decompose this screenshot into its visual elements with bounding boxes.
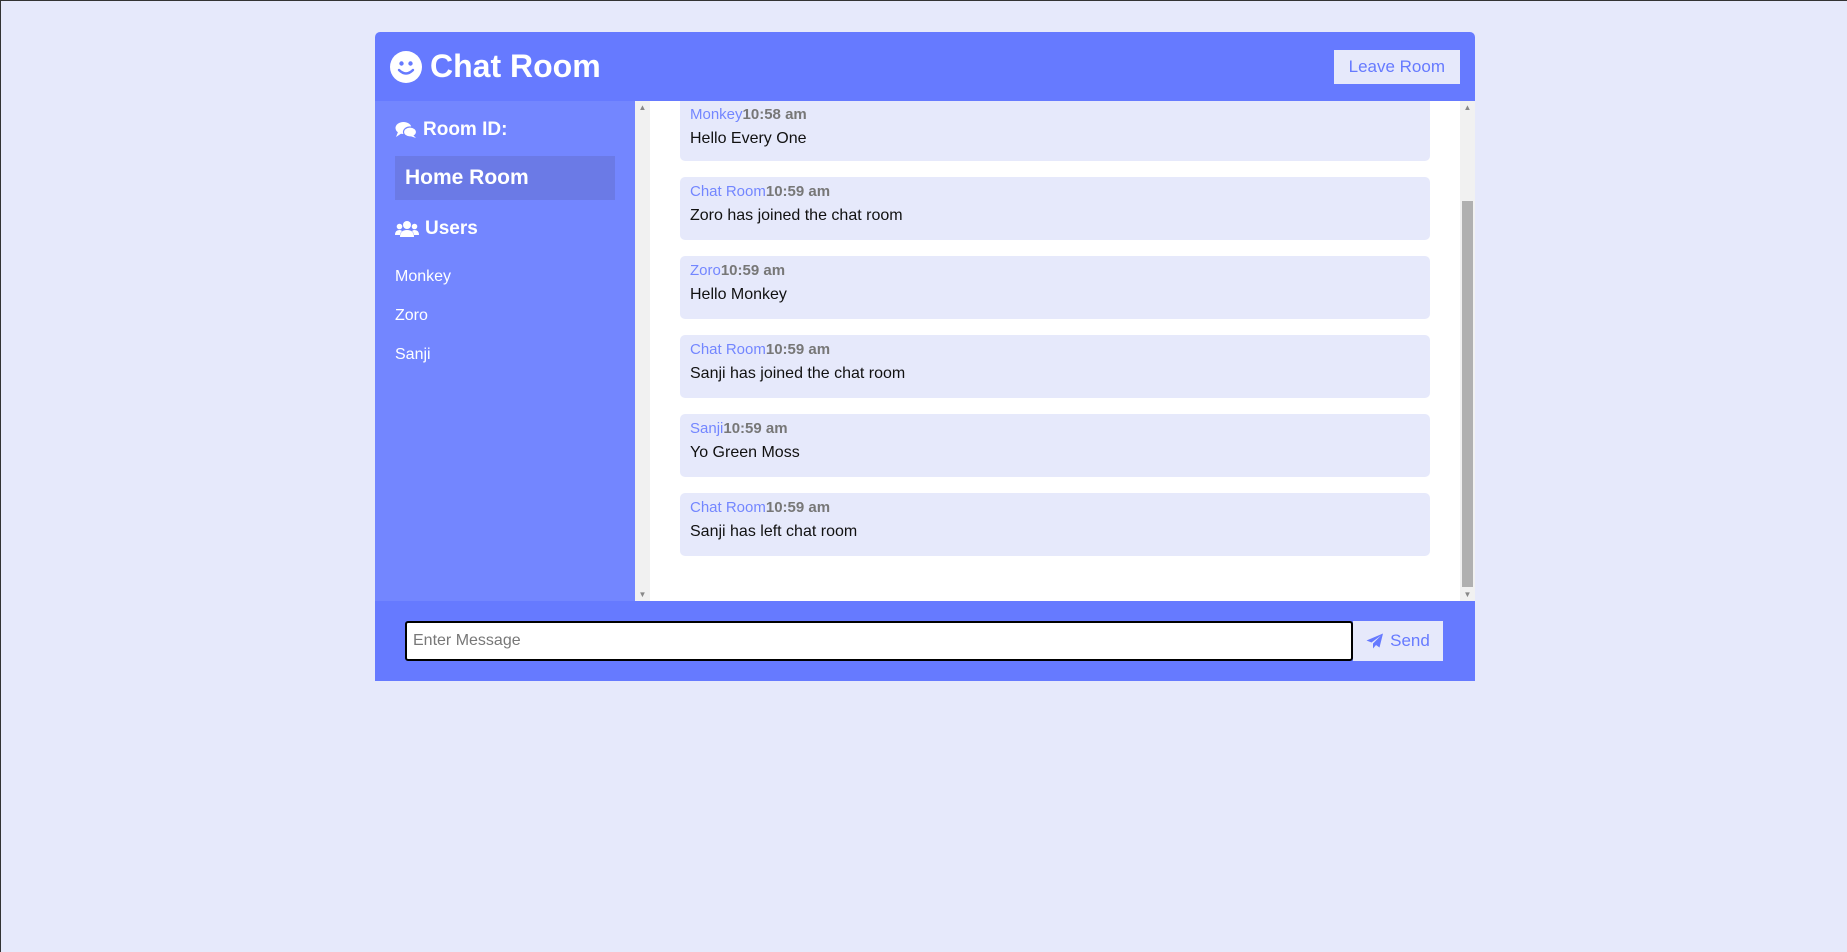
message-meta: Chat Room10:59 am	[690, 183, 1420, 200]
message-text: Sanji has joined the chat room	[690, 365, 906, 382]
smile-icon	[390, 50, 422, 83]
chat-main: Room ID: Home Room Users Monkey Zoro San…	[375, 101, 1475, 601]
room-id-label: Room ID:	[423, 119, 508, 140]
message-time: 10:59 am	[723, 420, 788, 437]
paper-plane-icon	[1366, 633, 1384, 649]
scroll-down-icon[interactable]: ▼	[1460, 590, 1475, 599]
message-user: Chat Room	[690, 183, 766, 200]
chat-container: Chat Room Leave Room Room ID: Home Room	[375, 32, 1475, 681]
messages-list: Monkey10:58 am Hello Every One Chat Room…	[680, 101, 1430, 572]
user-item: Zoro	[395, 307, 428, 324]
message-text: Zoro has joined the chat room	[690, 207, 903, 224]
user-item: Sanji	[395, 346, 431, 363]
message-user: Zoro	[690, 262, 721, 279]
message-time: 10:58 am	[742, 106, 807, 123]
message-time: 10:59 am	[765, 341, 831, 358]
chat-form: Send	[375, 601, 1475, 681]
users-icon	[395, 220, 419, 238]
message: Chat Room10:59 am Sanji has joined the c…	[680, 335, 1430, 398]
users-list: Monkey Zoro Sanji	[395, 258, 615, 375]
sidebar: Room ID: Home Room Users Monkey Zoro San…	[375, 101, 635, 601]
users-heading: Users	[395, 218, 615, 240]
leave-room-button[interactable]: Leave Room	[1333, 49, 1460, 84]
scroll-up-icon[interactable]: ▲	[635, 103, 650, 112]
scrollbar-thumb[interactable]	[1462, 201, 1473, 587]
message-text: Hello Monkey	[690, 286, 787, 303]
room-name: Home Room	[395, 156, 615, 200]
message-meta: Chat Room10:59 am	[690, 499, 1420, 516]
message-input[interactable]	[405, 621, 1353, 661]
message: Sanji10:59 am Yo Green Moss	[680, 414, 1430, 477]
chat-header: Chat Room Leave Room	[375, 32, 1475, 101]
message-text: Yo Green Moss	[690, 444, 800, 461]
message: Chat Room10:59 am Sanji has left chat ro…	[680, 493, 1430, 556]
message-time: 10:59 am	[765, 183, 831, 200]
message-meta: Sanji10:59 am	[690, 420, 1420, 437]
app-title: Chat Room	[430, 48, 601, 84]
scroll-down-icon[interactable]: ▼	[635, 590, 650, 599]
message-meta: Monkey10:58 am	[690, 106, 1420, 123]
message-user: Sanji	[690, 420, 724, 437]
right-scrollbar[interactable]: ▲ ▼	[1460, 101, 1475, 601]
message-meta: Chat Room10:59 am	[690, 341, 1420, 358]
message-time: 10:59 am	[765, 499, 831, 516]
message-text: Hello Every One	[690, 130, 807, 147]
messages-pane[interactable]: ▲ ▼ Monkey10:58 am Hello Every One Chat …	[635, 101, 1475, 601]
message: Monkey10:58 am Hello Every One	[680, 101, 1430, 161]
message-user: Chat Room	[690, 341, 766, 358]
room-id-heading: Room ID:	[395, 119, 615, 141]
brand: Chat Room	[390, 48, 601, 85]
user-item: Monkey	[395, 268, 452, 285]
message-user: Chat Room	[690, 499, 766, 516]
message-text: Sanji has left chat room	[690, 523, 858, 540]
message-time: 10:59 am	[720, 262, 786, 279]
scroll-up-icon[interactable]: ▲	[1460, 103, 1475, 112]
message: Zoro10:59 am Hello Monkey	[680, 256, 1430, 319]
message: Chat Room10:59 am Zoro has joined the ch…	[680, 177, 1430, 240]
left-scrollbar[interactable]: ▲ ▼	[635, 101, 650, 601]
message-user: Monkey	[690, 106, 743, 123]
send-label: Send	[1390, 631, 1430, 650]
users-label: Users	[425, 218, 478, 239]
send-button[interactable]: Send	[1353, 621, 1443, 661]
comments-icon	[395, 121, 417, 139]
message-meta: Zoro10:59 am	[690, 262, 1420, 279]
